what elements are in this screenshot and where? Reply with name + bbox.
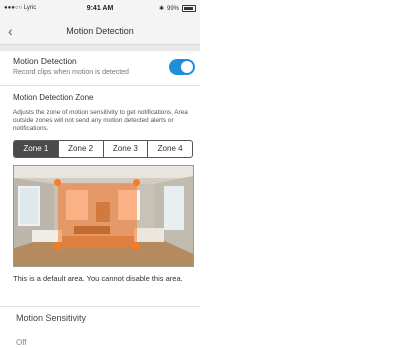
tab-zone-3[interactable]: Zone 3	[104, 141, 149, 157]
status-right: ✱ 99%	[159, 5, 196, 12]
camera-preview	[13, 165, 194, 267]
page-title: Motion Detection	[66, 26, 134, 36]
divider	[0, 85, 200, 86]
zone-handle-top-right[interactable]	[133, 179, 140, 186]
default-area-note: This is a default area. You cannot disab…	[13, 274, 183, 283]
motion-detection-sublabel: Record clips when motion is detected	[13, 69, 129, 76]
zone-section-title: Motion Detection Zone	[13, 93, 94, 102]
zone-handle-bottom-right[interactable]	[133, 243, 140, 250]
toggle-knob	[181, 61, 193, 73]
bluetooth-icon: ✱	[158, 6, 164, 12]
zone-description: Adjusts the zone of motion sensitivity t…	[13, 109, 188, 132]
zone-handle-bottom-left[interactable]	[54, 243, 61, 250]
section-divider	[0, 45, 200, 51]
battery-percent: 99%	[166, 5, 179, 12]
motion-detection-toggle[interactable]	[169, 59, 195, 75]
zone-handle-top-left[interactable]	[54, 179, 61, 186]
status-bar: ●●●○○ Lyric 9:41 AM ✱ 99%	[0, 0, 200, 20]
tab-zone-1[interactable]: Zone 1	[14, 141, 59, 157]
battery-icon	[182, 5, 196, 12]
nav-bar: ‹ Motion Detection	[0, 20, 200, 45]
motion-sensitivity-label[interactable]: Motion Sensitivity	[16, 313, 86, 323]
phone-screen: ●●●○○ Lyric 9:41 AM ✱ 99% ‹ Motion Detec…	[0, 0, 200, 348]
motion-detection-label: Motion Detection	[13, 56, 77, 66]
tab-zone-4[interactable]: Zone 4	[148, 141, 192, 157]
tab-zone-2[interactable]: Zone 2	[59, 141, 104, 157]
divider	[0, 306, 200, 307]
zone-tabs: Zone 1 Zone 2 Zone 3 Zone 4	[13, 140, 193, 158]
detection-zone-overlay[interactable]	[58, 183, 137, 247]
motion-sensitivity-value: Off	[16, 338, 27, 347]
